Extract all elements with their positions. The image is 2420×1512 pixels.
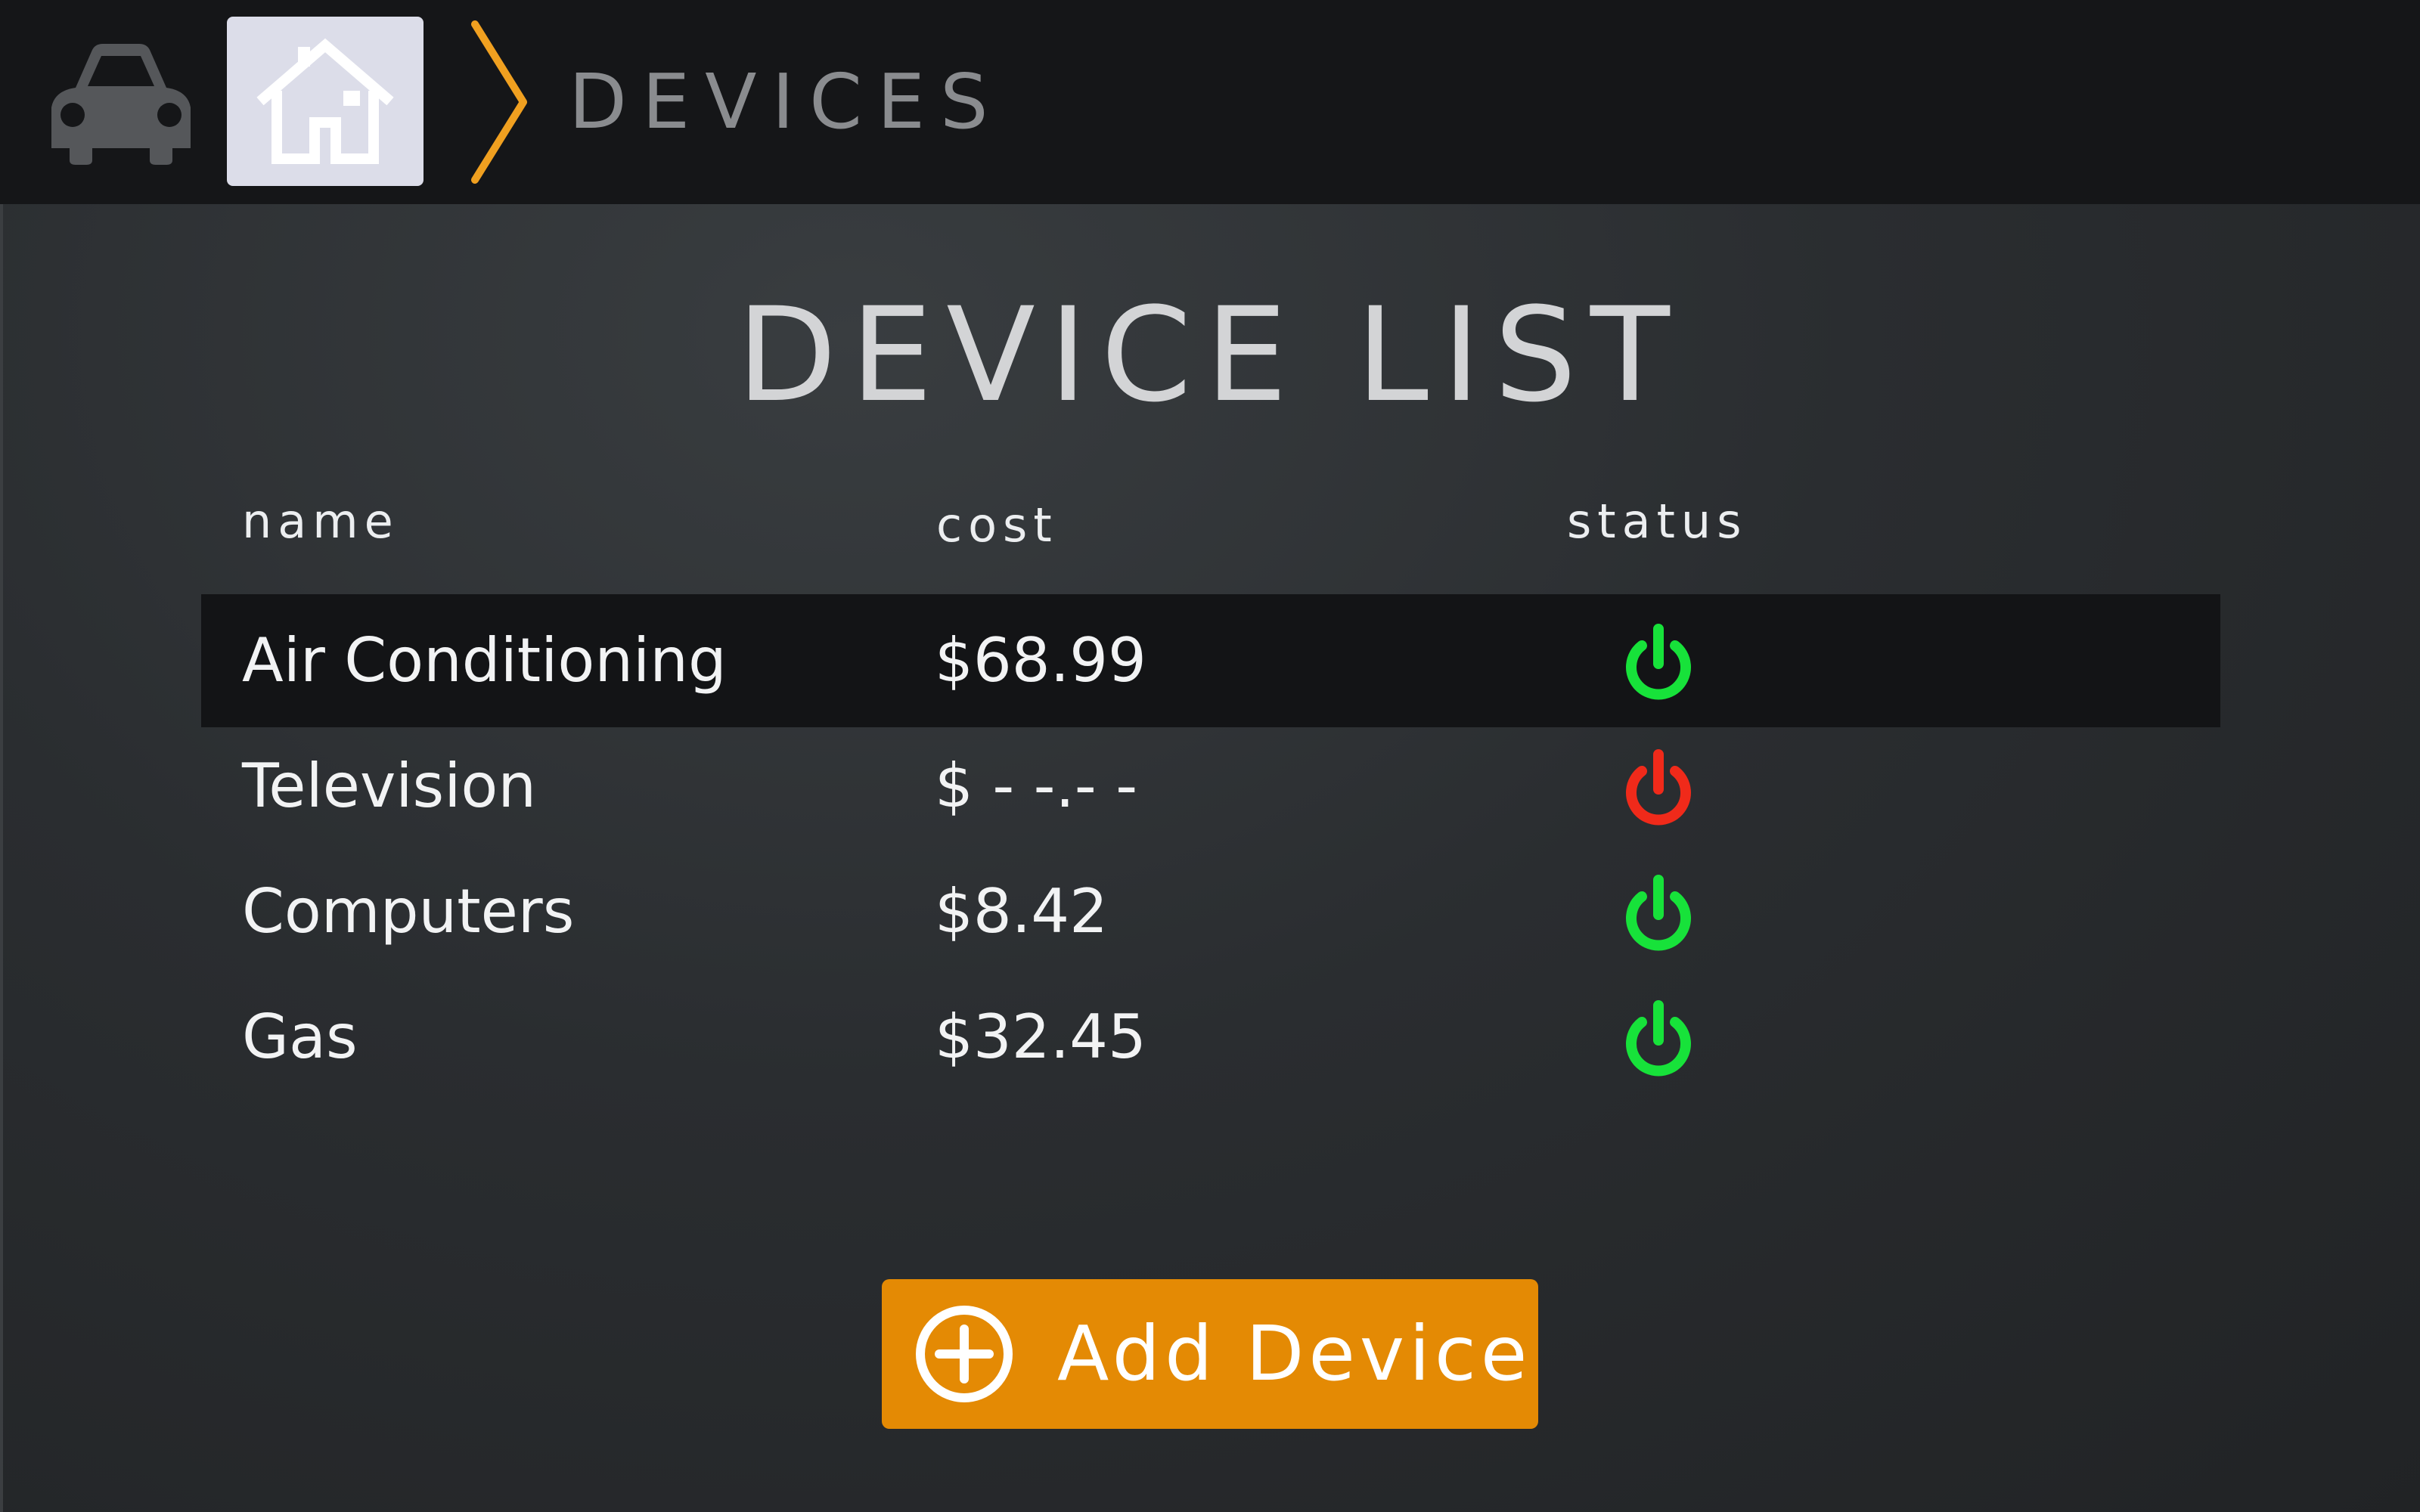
device-row-computers[interactable]: Computers $8.42 <box>201 845 2220 978</box>
home-button[interactable] <box>227 17 424 186</box>
column-header-cost: cost <box>936 497 1058 553</box>
column-header-name: name <box>242 494 399 549</box>
home-icon <box>256 38 394 164</box>
device-name: Television <box>242 751 537 821</box>
breadcrumb-devices[interactable]: DEVICES <box>569 53 1004 151</box>
device-row-television[interactable]: Television $ - -.- - <box>201 720 2220 853</box>
device-cost: $68.99 <box>935 625 1146 696</box>
device-name: Gas <box>242 1002 358 1072</box>
page-title: DEVICE LIST <box>737 279 1683 431</box>
add-device-label: Add Device <box>1057 1309 1532 1398</box>
device-cost: $32.45 <box>935 1002 1146 1072</box>
car-icon[interactable] <box>45 35 197 171</box>
device-row-gas[interactable]: Gas $32.45 <box>201 971 2220 1104</box>
power-on-icon[interactable] <box>1617 996 1700 1080</box>
device-cost: $ - -.- - <box>935 751 1138 821</box>
power-on-icon[interactable] <box>1617 620 1700 703</box>
top-bar: DEVICES <box>0 0 2420 204</box>
power-off-icon[interactable] <box>1617 745 1700 829</box>
device-name: Computers <box>242 876 575 947</box>
column-header-status: status <box>1567 494 1748 549</box>
plus-circle-icon <box>916 1306 1013 1402</box>
add-device-button[interactable]: Add Device <box>882 1279 1538 1429</box>
chevron-right-icon <box>471 20 527 184</box>
device-cost: $8.42 <box>935 876 1109 947</box>
power-on-icon[interactable] <box>1617 871 1700 954</box>
device-name: Air Conditioning <box>242 625 727 696</box>
device-row-air-conditioning[interactable]: Air Conditioning $68.99 <box>201 594 2220 727</box>
